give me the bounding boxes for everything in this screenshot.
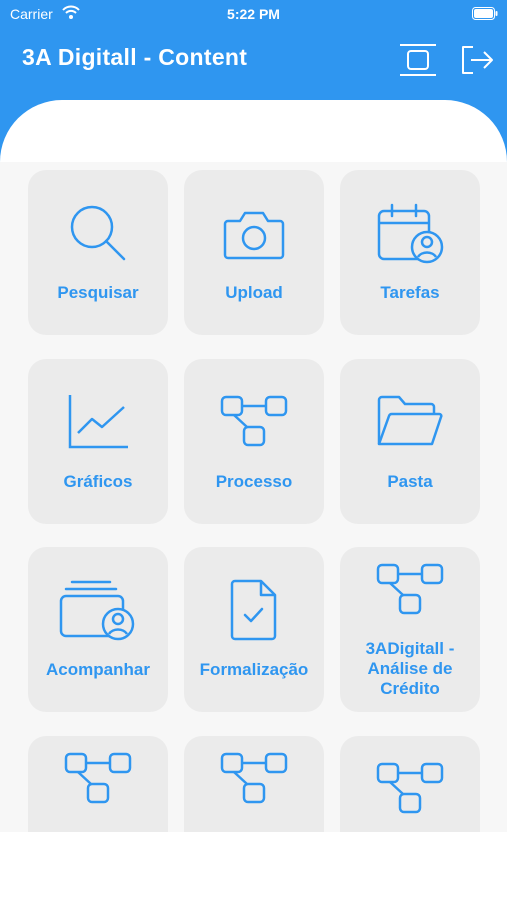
- tile-analise-credito[interactable]: 3ADigitall - Análise de Crédito: [340, 547, 480, 712]
- status-time: 5:22 PM: [227, 6, 280, 22]
- workflow-icon: [340, 561, 480, 619]
- tile-pasta[interactable]: Pasta: [340, 359, 480, 524]
- status-bar: Carrier 5:22 PM: [0, 0, 507, 30]
- tile-acompanhar[interactable]: Acompanhar: [28, 547, 168, 712]
- tile-label: 3ADigitall - Análise de Crédito: [365, 639, 455, 698]
- search-icon: [28, 198, 168, 268]
- workflow-icon: [184, 750, 324, 808]
- cards-user-icon: [28, 575, 168, 645]
- tile-processo[interactable]: Processo: [184, 359, 324, 524]
- tile-label: Tarefas: [380, 283, 440, 302]
- tile-label: Pasta: [387, 472, 433, 491]
- logout-button[interactable]: [457, 40, 497, 80]
- header-curve: [0, 100, 507, 170]
- tile-workflow-1[interactable]: [28, 736, 168, 832]
- tile-label: Processo: [215, 472, 293, 491]
- tile-label: Upload: [225, 283, 283, 302]
- document-check-icon: [184, 575, 324, 645]
- folder-open-icon: [340, 387, 480, 457]
- tile-tarefas[interactable]: Tarefas: [340, 170, 480, 335]
- tile-graficos[interactable]: Gráficos: [28, 359, 168, 524]
- camera-icon: [184, 198, 324, 268]
- tile-upload[interactable]: Upload: [184, 170, 324, 335]
- tile-label: Acompanhar: [46, 660, 150, 679]
- tablet-mode-button[interactable]: [398, 40, 438, 80]
- tile-label: Gráficos: [63, 472, 133, 491]
- tablet-icon: [400, 44, 436, 76]
- menu-grid: Pesquisar Upload Tarefas Gráficos Proces…: [0, 162, 507, 832]
- workflow-icon: [340, 760, 480, 818]
- workflow-icon: [184, 387, 324, 457]
- logout-icon: [462, 46, 493, 74]
- tile-workflow-3[interactable]: [340, 736, 480, 832]
- bottom-area: [0, 832, 507, 900]
- tile-workflow-2[interactable]: [184, 736, 324, 832]
- battery-icon: [472, 7, 498, 23]
- tile-label: Formalização: [199, 660, 309, 679]
- page-title: 3A Digitall - Content: [22, 44, 248, 70]
- calendar-user-icon: [340, 198, 480, 268]
- line-chart-icon: [28, 387, 168, 457]
- workflow-icon: [28, 750, 168, 808]
- tile-pesquisar[interactable]: Pesquisar: [28, 170, 168, 335]
- tile-label: Pesquisar: [57, 283, 139, 302]
- app-header: Carrier 5:22 PM 3A Digitall - Content: [0, 0, 507, 170]
- tile-formalizacao[interactable]: Formalização: [184, 547, 324, 712]
